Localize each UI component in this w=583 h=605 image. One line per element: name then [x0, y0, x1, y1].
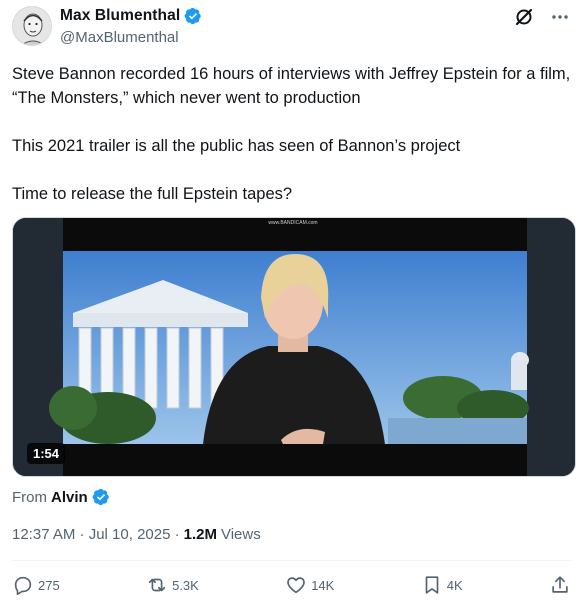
repost-icon [148, 578, 166, 592]
more-icon [552, 15, 568, 19]
source-attribution: From Alvin [12, 488, 110, 506]
author-avatar[interactable] [12, 6, 52, 46]
grok-icon [515, 8, 533, 26]
divider [12, 560, 571, 561]
tweet-paragraph: Time to release the full Epstein tapes? [12, 185, 293, 203]
tweet-paragraph: This 2021 trailer is all the public has … [12, 137, 461, 155]
like-button[interactable]: 14K [285, 574, 334, 596]
verified-badge-icon [92, 488, 109, 506]
repost-button[interactable]: 5.3K [146, 574, 199, 596]
author-handle[interactable]: @MaxBlumenthal [60, 29, 179, 46]
watermark-text: www.BANDICAM.com [268, 220, 317, 226]
like-count: 14K [311, 577, 335, 593]
author-name-row: Max Blumenthal [60, 7, 202, 25]
verified-badge-icon [184, 7, 202, 25]
video-thumbnail: www.BANDICAM.com [13, 218, 575, 476]
like-icon [287, 577, 306, 594]
share-button[interactable] [549, 574, 571, 596]
repost-count: 5.3K [172, 577, 199, 593]
tweet-paragraph: Steve Bannon recorded 16 hours of interv… [12, 65, 575, 107]
bookmark-icon [425, 576, 439, 594]
tweet-meta: 12:37 AM · Jul 10, 2025 · 1.2M Views [12, 526, 261, 543]
reply-button[interactable]: 275 [12, 574, 60, 596]
tweet-action-bar: 275 5.3K 14K 4K [12, 574, 571, 596]
tweet-text: Steve Bannon recorded 16 hours of interv… [12, 62, 572, 206]
grok-button[interactable] [513, 6, 535, 28]
video-player[interactable]: www.BANDICAM.com 1:54 [12, 217, 576, 477]
video-duration-badge: 1:54 [27, 443, 66, 464]
views-count: 1.2M [183, 526, 217, 543]
views-label: Views [220, 526, 261, 543]
bookmark-button[interactable]: 4K [421, 574, 463, 596]
avatar-image [13, 7, 51, 45]
more-button[interactable] [549, 6, 571, 28]
source-name-link[interactable]: Alvin [51, 489, 88, 506]
reply-count: 275 [38, 577, 60, 593]
tweet-timestamp[interactable]: 12:37 AM · Jul 10, 2025 · [12, 526, 180, 543]
reply-icon [14, 576, 32, 595]
tweet-top-actions [513, 6, 571, 28]
share-icon [552, 576, 568, 593]
bookmark-count: 4K [446, 577, 463, 593]
author-display-name[interactable]: Max Blumenthal [60, 7, 180, 25]
source-prefix: From [12, 488, 47, 506]
